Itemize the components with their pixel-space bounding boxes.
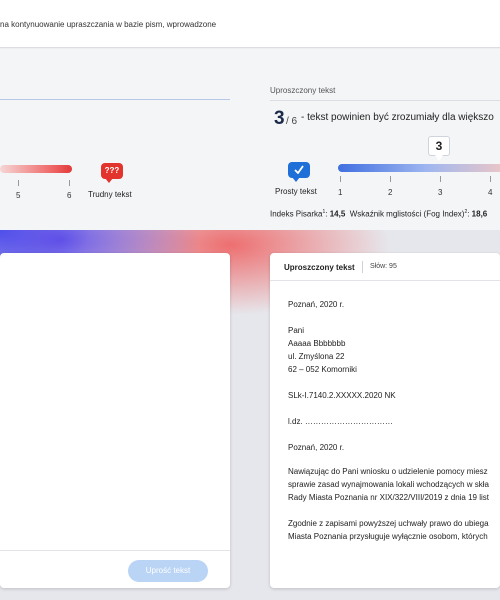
fog-index-label: Wskaźnik mglistości (Fog Index) [349, 209, 465, 219]
difficult-text-label: Trudny tekst [88, 190, 132, 199]
difficulty-slider-track[interactable] [0, 165, 72, 173]
top-bar: na kontynuowanie upraszczania w bazie pi… [0, 0, 500, 48]
tick-label: 6 [67, 191, 72, 200]
document-line: SLk-I.7140.2.XXXXX.2020 NK [288, 391, 396, 400]
divider [0, 550, 230, 551]
tick-label: 3 [438, 188, 443, 197]
readability-description: - tekst powinien być zrozumiały dla więk… [301, 112, 494, 123]
readability-score-max: / 6 [286, 116, 298, 127]
readability-slider-track[interactable] [338, 164, 500, 172]
footnote-mark: 2 [464, 209, 468, 215]
card-header: Uproszczony tekst Słów: 95 [270, 253, 500, 281]
readability-score: 3 [274, 108, 285, 129]
word-count: Słów: 95 [370, 263, 397, 270]
document-line: Nawiązując do Pani wniosku o udzielenie … [288, 467, 488, 476]
document-line: Poznań, 2020 r. [288, 443, 345, 452]
slider-value-bubble[interactable]: 3 [428, 136, 450, 161]
document-line: Rady Miasta Poznania nr XIX/322/VIII/201… [288, 493, 490, 502]
analysis-panel [0, 49, 500, 230]
simplify-button[interactable]: Uprość tekst [128, 560, 208, 582]
tick-label: 4 [488, 188, 493, 197]
pisarek-value: 14,5 [329, 209, 346, 219]
difficult-text-icon: ??? [101, 163, 123, 183]
readability-indices: Indeks Pisarka1: 14,5 Wskaźnik mglistośc… [270, 209, 488, 219]
simple-text-icon [288, 162, 310, 182]
tick-mark [18, 180, 19, 186]
info-text: na kontynuowanie upraszczania w bazie pi… [0, 20, 217, 29]
tick-label: 1 [338, 188, 343, 197]
divider [270, 100, 500, 101]
tick-mark [69, 180, 70, 186]
divider [362, 261, 363, 273]
fog-index-value: 18,6 [471, 209, 488, 219]
simple-text-label: Prosty tekst [275, 187, 317, 196]
card-title: Uproszczony tekst [284, 263, 355, 272]
tick-mark [340, 176, 341, 182]
document-line: Pani [288, 326, 305, 335]
document-line: sprawie zasad wynajmowania lokali wchodz… [288, 480, 489, 489]
document-line: 62 – 052 Komorniki [288, 365, 357, 374]
simplified-text-heading: Uproszczony tekst [270, 86, 336, 95]
tick-mark [490, 176, 491, 182]
document-line: l.dz. …………………………… [288, 417, 393, 426]
tick-mark [390, 176, 391, 182]
tick-label: 2 [388, 188, 393, 197]
document-line: Aaaaa Bbbbbbb [288, 339, 346, 348]
document-line: Poznań, 2020 r. [288, 300, 345, 309]
pisarek-label: Indeks Pisarka [270, 209, 323, 219]
divider [0, 99, 230, 100]
document-line: ul. Zmyślona 22 [288, 352, 345, 361]
tick-mark [440, 176, 441, 182]
input-text-card[interactable] [0, 253, 230, 588]
checkmark-icon [294, 165, 304, 174]
tick-label: 5 [16, 191, 21, 200]
footnote-mark: 1 [322, 209, 326, 215]
document-line: Miasta Poznania przysługuje wyłącznie os… [288, 532, 488, 541]
document-line: Zgodnie z zapisami powyższej uchwały pra… [288, 519, 489, 528]
